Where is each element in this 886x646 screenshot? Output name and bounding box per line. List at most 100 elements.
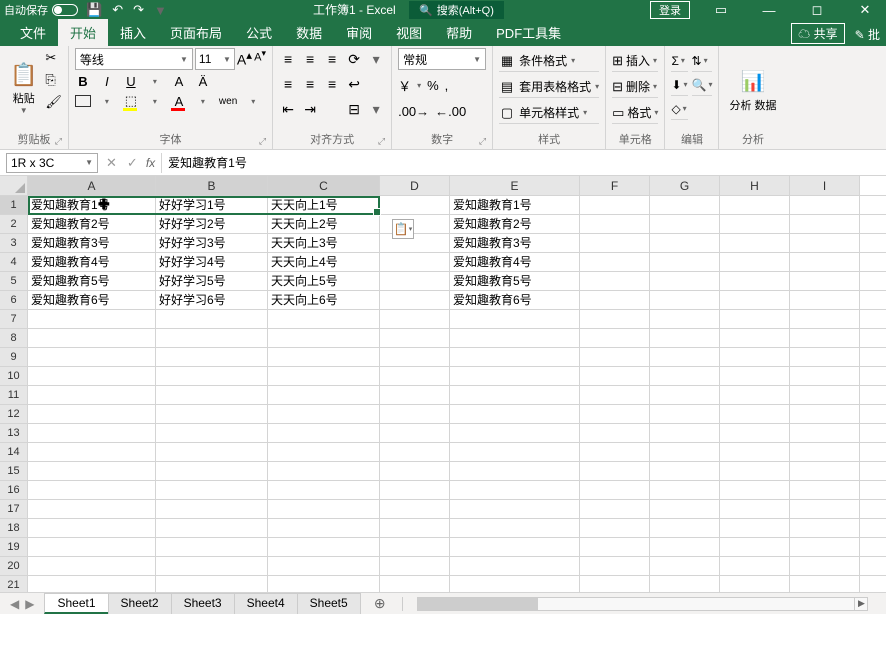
sort-filter-icon[interactable]: ⇅ bbox=[692, 54, 702, 68]
cell[interactable] bbox=[450, 443, 580, 461]
cell[interactable] bbox=[720, 310, 790, 328]
cut-icon[interactable]: ✂ bbox=[45, 50, 62, 66]
column-header[interactable]: B bbox=[156, 176, 268, 195]
cell[interactable] bbox=[650, 557, 720, 575]
row-header[interactable]: 16 bbox=[0, 481, 28, 499]
cell[interactable] bbox=[720, 424, 790, 442]
cell[interactable] bbox=[450, 481, 580, 499]
cell[interactable] bbox=[28, 500, 156, 518]
row-header[interactable]: 20 bbox=[0, 557, 28, 575]
cell[interactable] bbox=[268, 500, 380, 518]
sheet-nav-next-icon[interactable]: ▶ bbox=[25, 597, 34, 611]
autosave-toggle[interactable]: 自动保存 bbox=[4, 2, 78, 18]
border-icon[interactable] bbox=[75, 95, 91, 107]
column-header[interactable]: A bbox=[28, 176, 156, 195]
cell[interactable] bbox=[450, 367, 580, 385]
cell[interactable] bbox=[380, 462, 450, 480]
cell[interactable] bbox=[720, 405, 790, 423]
fill-icon[interactable]: ⬇ bbox=[671, 78, 681, 92]
cell[interactable] bbox=[650, 576, 720, 592]
cell[interactable]: 好好学习3号 bbox=[156, 234, 268, 252]
cell[interactable]: 天天向上1号 bbox=[268, 196, 380, 214]
cell[interactable] bbox=[790, 367, 860, 385]
row-header[interactable]: 2 bbox=[0, 215, 28, 233]
font-name-select[interactable]: 等线▼ bbox=[75, 48, 193, 70]
row-header[interactable]: 1 bbox=[0, 196, 28, 214]
align-bottom-icon[interactable]: ≡ bbox=[323, 51, 341, 67]
cell[interactable] bbox=[268, 405, 380, 423]
cell[interactable] bbox=[790, 386, 860, 404]
row-header[interactable]: 4 bbox=[0, 253, 28, 271]
sheet-tab[interactable]: Sheet4 bbox=[234, 593, 298, 614]
cell[interactable] bbox=[268, 481, 380, 499]
tab-help[interactable]: 帮助 bbox=[434, 19, 484, 46]
row-header[interactable]: 7 bbox=[0, 310, 28, 328]
cell[interactable] bbox=[450, 500, 580, 518]
row-header[interactable]: 17 bbox=[0, 500, 28, 518]
tab-home[interactable]: 开始 bbox=[58, 19, 108, 46]
column-header[interactable]: C bbox=[268, 176, 380, 195]
cell[interactable] bbox=[790, 519, 860, 537]
cell[interactable] bbox=[450, 405, 580, 423]
row-header[interactable]: 3 bbox=[0, 234, 28, 252]
cell[interactable] bbox=[380, 234, 450, 252]
cell[interactable] bbox=[580, 576, 650, 592]
comment-button[interactable]: ✎ 批 bbox=[849, 25, 886, 44]
cell[interactable] bbox=[580, 367, 650, 385]
cell[interactable] bbox=[720, 443, 790, 461]
cell[interactable] bbox=[450, 310, 580, 328]
cell[interactable] bbox=[28, 424, 156, 442]
cell[interactable] bbox=[580, 329, 650, 347]
increase-decimal-icon[interactable]: .00→ bbox=[398, 104, 429, 119]
cell[interactable] bbox=[580, 348, 650, 366]
cell[interactable] bbox=[720, 386, 790, 404]
cell[interactable] bbox=[380, 310, 450, 328]
font-size-select[interactable]: 11▼ bbox=[195, 48, 235, 70]
cell[interactable] bbox=[450, 386, 580, 404]
share-button[interactable]: ☁ 共享 bbox=[791, 23, 844, 44]
cell[interactable] bbox=[28, 405, 156, 423]
cell[interactable] bbox=[268, 348, 380, 366]
bold-button[interactable]: B bbox=[75, 74, 91, 89]
cell[interactable]: 好好学习2号 bbox=[156, 215, 268, 233]
cell[interactable] bbox=[450, 462, 580, 480]
cell[interactable] bbox=[28, 329, 156, 347]
cell[interactable]: 爱知趣教育1号 bbox=[450, 196, 580, 214]
cell[interactable]: 爱知趣教育2号 bbox=[28, 215, 156, 233]
column-header[interactable]: D bbox=[380, 176, 450, 195]
cell[interactable] bbox=[720, 557, 790, 575]
align-left-icon[interactable]: ≡ bbox=[279, 76, 297, 92]
cell[interactable] bbox=[650, 367, 720, 385]
percent-icon[interactable]: % bbox=[427, 78, 439, 93]
cell[interactable] bbox=[380, 291, 450, 309]
cell[interactable] bbox=[580, 481, 650, 499]
cell[interactable] bbox=[790, 424, 860, 442]
cell[interactable] bbox=[580, 196, 650, 214]
cell[interactable] bbox=[380, 500, 450, 518]
cell[interactable] bbox=[650, 234, 720, 252]
cell[interactable] bbox=[268, 367, 380, 385]
cell[interactable] bbox=[650, 291, 720, 309]
align-top-icon[interactable]: ≡ bbox=[279, 51, 297, 67]
sheet-tab[interactable]: Sheet5 bbox=[297, 593, 361, 614]
row-header[interactable]: 9 bbox=[0, 348, 28, 366]
undo-icon[interactable]: ↶ bbox=[112, 2, 123, 18]
row-header[interactable]: 14 bbox=[0, 443, 28, 461]
cell[interactable] bbox=[28, 481, 156, 499]
cell[interactable] bbox=[580, 215, 650, 233]
redo-icon[interactable]: ↷ bbox=[133, 2, 144, 18]
cell[interactable] bbox=[720, 367, 790, 385]
clear-icon[interactable]: ◇ bbox=[671, 102, 680, 116]
cell-style-button[interactable]: ▢单元格样式 ▾ bbox=[499, 102, 599, 124]
cell[interactable] bbox=[28, 443, 156, 461]
currency-icon[interactable]: ￥ bbox=[398, 76, 411, 95]
cell[interactable] bbox=[580, 310, 650, 328]
cell[interactable]: 爱知趣教育4号 bbox=[28, 253, 156, 271]
sheet-tab[interactable]: Sheet1 bbox=[44, 593, 108, 614]
conditional-format-button[interactable]: ▦条件格式 ▾ bbox=[499, 50, 599, 72]
row-header[interactable]: 13 bbox=[0, 424, 28, 442]
cell[interactable] bbox=[790, 462, 860, 480]
cell[interactable] bbox=[28, 557, 156, 575]
cell[interactable] bbox=[720, 272, 790, 290]
cell[interactable] bbox=[268, 557, 380, 575]
